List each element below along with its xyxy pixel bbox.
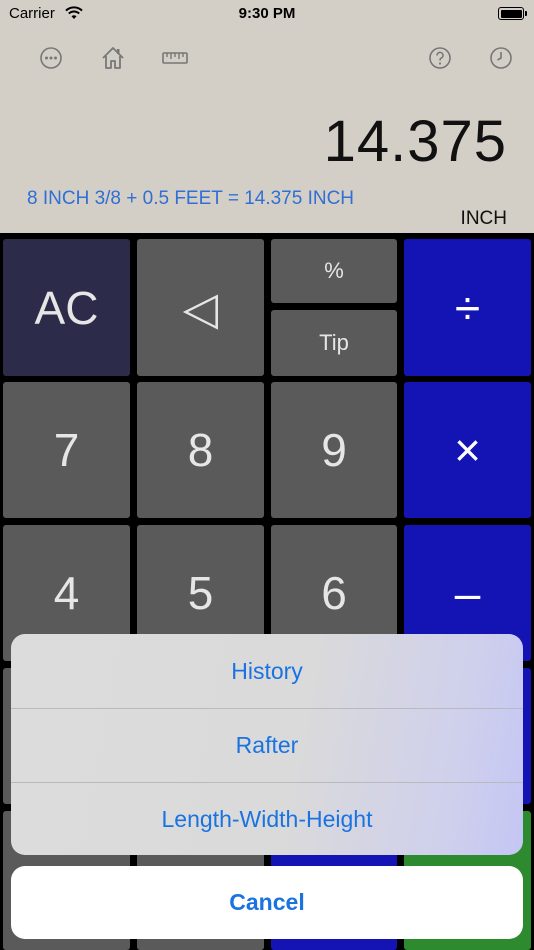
- digit-9-button[interactable]: 9: [271, 382, 397, 518]
- ruler-icon[interactable]: [162, 45, 188, 71]
- unit-label: INCH: [460, 208, 507, 229]
- home-icon[interactable]: [100, 45, 126, 71]
- battery-icon: [498, 7, 527, 20]
- length-width-height-option[interactable]: Length-Width-Height: [11, 782, 523, 855]
- digit-7-button[interactable]: 7: [3, 382, 130, 518]
- expression-text: 8 INCH 3/8 + 0.5 FEET = 14.375 INCH: [27, 188, 355, 209]
- more-icon[interactable]: [38, 45, 64, 71]
- ac-button[interactable]: AC: [3, 239, 130, 376]
- cancel-button[interactable]: Cancel: [11, 866, 523, 939]
- display-area: Carrier 9:30 PM 14.375 8 INCH 3/8 + 0.5 …: [0, 0, 534, 233]
- divide-button[interactable]: ÷: [404, 239, 531, 376]
- clock-time: 9:30 PM: [238, 5, 296, 22]
- backspace-button[interactable]: ◁: [137, 239, 264, 376]
- help-icon[interactable]: [427, 45, 453, 71]
- clock-icon[interactable]: [488, 45, 514, 71]
- result-value: 14.375: [323, 109, 507, 174]
- multiply-button[interactable]: ×: [404, 382, 531, 518]
- action-sheet: History Rafter Length-Width-Height: [11, 634, 523, 855]
- rafter-option[interactable]: Rafter: [11, 708, 523, 782]
- percent-button[interactable]: %: [271, 239, 397, 303]
- status-bar: Carrier 9:30 PM: [0, 0, 534, 30]
- digit-8-button[interactable]: 8: [137, 382, 264, 518]
- history-option[interactable]: History: [11, 634, 523, 708]
- tip-button[interactable]: Tip: [271, 310, 397, 376]
